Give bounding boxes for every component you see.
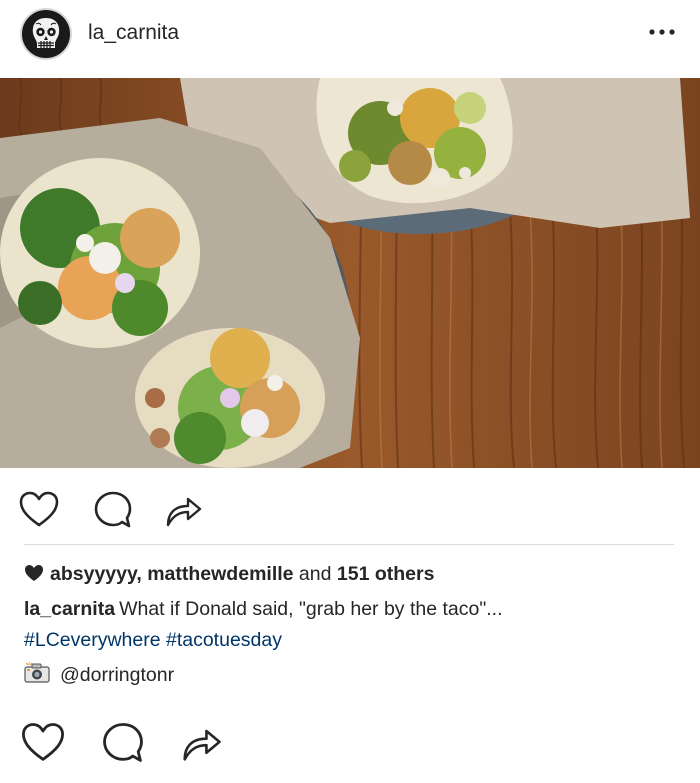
caption: la_carnita What if Donald said, "grab her… bbox=[24, 598, 503, 621]
post-username[interactable]: la_carnita bbox=[88, 21, 179, 45]
caption-username[interactable]: la_carnita bbox=[24, 598, 115, 620]
likes-users[interactable]: absyyyyy, matthewdemille bbox=[50, 563, 294, 585]
avatar[interactable] bbox=[20, 8, 72, 60]
heart-outline-icon[interactable] bbox=[18, 718, 68, 768]
heart-filled-icon bbox=[24, 564, 44, 588]
photo-credit: @dorringtonr bbox=[24, 662, 174, 690]
divider bbox=[24, 544, 674, 545]
likes-connector: and bbox=[293, 563, 337, 585]
share-arrow-icon[interactable] bbox=[160, 487, 206, 533]
credit-handle[interactable]: @dorringtonr bbox=[60, 664, 174, 686]
caption-text: What if Donald said, "grab her by the ta… bbox=[119, 598, 503, 620]
post-photo[interactable] bbox=[0, 78, 700, 468]
more-horizontal-icon[interactable] bbox=[646, 20, 678, 44]
heart-outline-icon[interactable] bbox=[16, 487, 62, 533]
comment-icon[interactable] bbox=[98, 718, 148, 768]
bottom-action-bar bbox=[0, 712, 700, 772]
post-header: la_carnita bbox=[0, 0, 700, 78]
hashtags[interactable]: #LCeverywhere #tacotuesday bbox=[24, 629, 282, 652]
action-bar bbox=[0, 480, 700, 536]
comment-icon[interactable] bbox=[90, 487, 136, 533]
likes-summary[interactable]: absyyyyy, matthewdemille and 151 others bbox=[24, 563, 434, 588]
skull-logo-icon bbox=[23, 11, 69, 57]
camera-icon bbox=[24, 662, 50, 690]
likes-others[interactable]: 151 others bbox=[337, 563, 435, 585]
share-arrow-icon[interactable] bbox=[176, 718, 226, 768]
